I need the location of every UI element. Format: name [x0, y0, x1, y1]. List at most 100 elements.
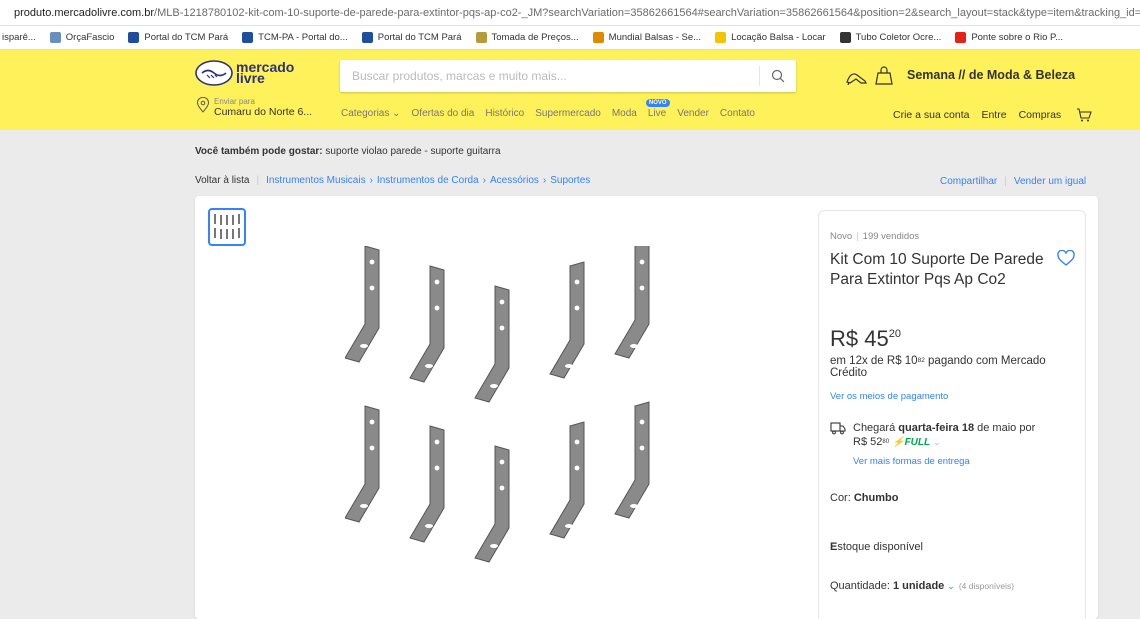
bracket-shape [614, 246, 650, 359]
search-input[interactable] [340, 60, 759, 92]
bookmark-favicon-icon [361, 32, 373, 43]
payment-methods-link[interactable]: Ver os meios de pagamento [830, 391, 948, 402]
breadcrumb-item[interactable]: Instrumentos de Corda [377, 175, 479, 186]
create-account-link[interactable]: Crie a sua conta [893, 109, 969, 121]
bookmark-label: Tomada de Preços... [491, 32, 579, 43]
nav-item-label: Categorias ⌄ [341, 108, 401, 119]
bookmark-favicon-icon [592, 32, 604, 43]
full-badge: ⚡FULL [892, 437, 931, 448]
purchases-link[interactable]: Compras [1019, 109, 1062, 121]
heart-icon[interactable] [1057, 250, 1075, 266]
condition-sold: Novo | 199 vendidos [830, 231, 920, 242]
mercadolivre-logo[interactable]: mercado livre [195, 60, 294, 86]
bracket-shape [549, 261, 585, 379]
bolt-icon: ⚡ [892, 437, 905, 448]
nav-item-label: Vender [677, 108, 709, 119]
gallery-thumbnail[interactable] [208, 208, 246, 246]
chevron-right-icon: › [482, 175, 486, 186]
nav-item-label: Live [647, 108, 667, 119]
bookmark-item[interactable]: isparê... [2, 32, 36, 43]
handshake-logo-icon [195, 60, 233, 86]
nav-item[interactable]: Histórico [485, 108, 524, 119]
available-count: (4 disponíveis) [958, 581, 1015, 591]
bookmark-label: Portal do TCM Pará [377, 32, 462, 43]
bookmark-favicon-icon [715, 32, 727, 43]
nav-item[interactable]: NOVO Live [645, 99, 670, 119]
main-nav: Categorias ⌄ Ofertas do dia Histórico Super… [341, 99, 766, 119]
bookmark-item[interactable]: Locação Balsa - Locar [715, 32, 826, 43]
breadcrumb-item[interactable]: Suportes [550, 175, 590, 186]
handbag-icon [875, 66, 893, 85]
color-selector: Cor: Chumbo [830, 492, 899, 504]
suggest-links[interactable]: suporte violao parede - suporte guitarra [323, 146, 500, 157]
product-thumbnail-image [214, 214, 240, 239]
bracket-shape [474, 445, 510, 563]
sell-similar-link[interactable]: Vender um igual [1014, 176, 1086, 187]
installments: em 12x de R$ 1082 pagando com Mercado Cr… [830, 355, 1046, 379]
bracket-shape [345, 405, 380, 523]
bookmark-favicon-icon [128, 32, 140, 43]
bookmark-item[interactable]: Tubo Coletor Ocre... [839, 32, 942, 43]
breadcrumb-item[interactable]: Instrumentos Musicais [266, 175, 365, 186]
product-title: Kit Com 10 Suporte De Parede Para Extint… [830, 251, 1044, 288]
back-to-list-link[interactable]: Voltar à lista [195, 175, 249, 186]
breadcrumb-divider: | [256, 175, 260, 186]
nav-item-label: Contato [719, 108, 755, 119]
nav-item[interactable]: Categorias ⌄ [341, 108, 401, 119]
product-main-image[interactable] [345, 246, 685, 586]
price-integer: R$ 45 [830, 326, 889, 351]
bookmark-item[interactable]: Tomada de Preços... [475, 32, 579, 43]
bookmark-item[interactable]: Mundial Balsas - Se... [592, 32, 701, 43]
bookmark-label: Portal do TCM Pará [144, 32, 229, 43]
condition-label: Novo [830, 231, 853, 242]
promo-banner[interactable]: Semana // de Moda & Beleza [845, 64, 1075, 86]
bookmark-label: Ponte sobre o Rio P... [971, 32, 1064, 43]
bookmark-label: OrçaFascio [65, 32, 115, 43]
nav-item[interactable]: Moda [612, 108, 637, 119]
account-menu: Crie a sua conta Entre Compras [893, 108, 1092, 122]
bookmark-item[interactable]: OrçaFascio [49, 32, 115, 43]
address-bar[interactable]: produto.mercadolivre.com.br/MLB-12187801… [0, 0, 1140, 26]
bracket-shape [549, 421, 585, 539]
delivery-location[interactable]: Enviar para Cumaru do Norte 6... [196, 97, 312, 118]
nav-item[interactable]: Ofertas do dia [412, 108, 475, 119]
more-shipping-link[interactable]: Ver mais formas de entrega [853, 456, 970, 467]
nav-item[interactable]: Vender [677, 108, 709, 119]
chevron-down-icon[interactable]: ⌄ [933, 437, 941, 447]
bookmarks-bar: isparê... OrçaFascio Portal do TCM Pará TCM… [0, 26, 1140, 50]
bracket-shape [409, 265, 445, 383]
bookmark-favicon-icon [49, 32, 61, 43]
chevron-right-icon: › [542, 175, 547, 186]
url-host: produto.mercadolivre.com.br [14, 6, 155, 19]
nav-item-label: Moda [611, 108, 637, 119]
truck-icon [830, 422, 846, 435]
price: R$ 4520 [830, 326, 901, 352]
nav-item-label: Histórico [485, 108, 525, 119]
shipping-info: Chegará quarta-feira 18 de maio por R$ 5… [830, 421, 1035, 450]
bookmark-item[interactable]: Ponte sobre o Rio P... [955, 32, 1063, 43]
bookmark-favicon-icon [242, 32, 254, 43]
stock-status: Estoque disponível [830, 541, 923, 553]
bracket-shape [614, 401, 650, 519]
bookmark-item[interactable]: Portal do TCM Pará [128, 32, 228, 43]
share-link[interactable]: Compartilhar [940, 176, 997, 187]
quantity-selector[interactable]: Quantidade: 1 unidade ⌄ (4 disponíveis) [830, 580, 1014, 592]
nav-item-label: Ofertas do dia [411, 108, 475, 119]
bookmark-item[interactable]: TCM-PA - Portal do... [242, 32, 348, 43]
nav-item[interactable]: Contato [720, 108, 755, 119]
product-card: Novo | 199 vendidos Kit Com 10 Suporte De … [195, 196, 1098, 619]
suggest-label: Você também pode gostar: [195, 146, 323, 157]
search-button[interactable] [760, 60, 796, 92]
breadcrumb-item[interactable]: Acessórios [490, 175, 539, 186]
login-link[interactable]: Entre [981, 109, 1006, 121]
chevron-down-icon[interactable]: ⌄ [947, 581, 955, 592]
location-label: Enviar para [214, 97, 255, 106]
cart-icon[interactable] [1076, 108, 1092, 122]
nav-item[interactable]: Supermercado [535, 108, 601, 119]
bookmark-label: Tubo Coletor Ocre... [855, 32, 942, 43]
bookmark-label: Locação Balsa - Locar [731, 32, 826, 43]
bookmark-favicon-icon [475, 32, 487, 43]
bracket-shape [474, 285, 510, 403]
high-heel-icon [846, 73, 867, 85]
bookmark-item[interactable]: Portal do TCM Pará [361, 32, 462, 43]
